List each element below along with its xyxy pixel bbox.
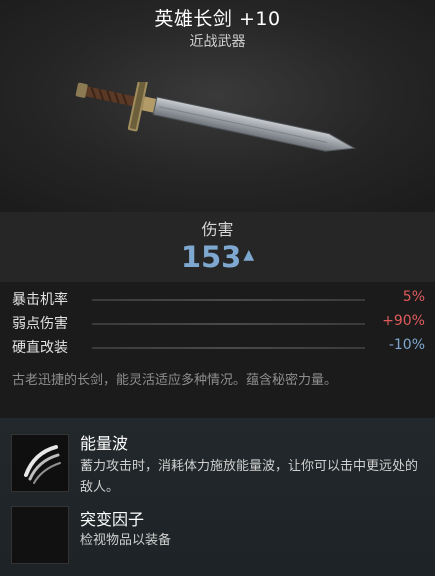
stat-divider xyxy=(92,323,365,325)
sword-image xyxy=(75,82,357,152)
damage-label: 伤害 xyxy=(201,220,234,239)
damage-value-row: 153 ▲ xyxy=(0,240,435,274)
empty-slot-icon xyxy=(11,506,69,564)
abilities-panel: 能量波 蓄力攻击时，消耗体力施放能量波，让你可以击中更远处的敌人。 突变因子 检… xyxy=(0,418,435,576)
stat-value: +90% xyxy=(382,313,425,329)
damage-panel: 伤害 153 ▲ xyxy=(0,212,435,282)
ability-name: 突变因子 xyxy=(80,510,145,529)
ability-description: 检视物品以装备 xyxy=(80,533,172,548)
stat-divider xyxy=(92,299,365,301)
item-description: 古老迅捷的长剑，能灵活适应多种情况。蕴含秘密力量。 xyxy=(12,373,338,388)
damage-value: 153 xyxy=(180,240,242,274)
ability-description: 蓄力攻击时，消耗体力施放能量波，让你可以击中更远处的敌人。 xyxy=(80,459,419,495)
item-tooltip: 英雄长剑 +10 近战武器 伤害 153 ▲ 暴击机率 5% 弱点伤害 +90%… xyxy=(0,0,435,576)
stat-name: 暴击机率 xyxy=(12,292,68,308)
item-category: 近战武器 xyxy=(189,34,246,50)
chevron-up-icon: ▲ xyxy=(243,247,255,263)
item-header: 英雄长剑 +10 近战武器 xyxy=(0,0,435,212)
stat-value: -10% xyxy=(388,337,425,353)
stat-name: 硬直改装 xyxy=(12,340,68,356)
stats-list: 暴击机率 5% 弱点伤害 +90% 硬直改装 -10% xyxy=(0,287,435,359)
energy-wave-icon xyxy=(11,434,69,492)
ability-name: 能量波 xyxy=(80,434,129,453)
stat-row: 弱点伤害 +90% xyxy=(12,311,425,335)
stat-divider xyxy=(92,347,365,349)
stat-value: 5% xyxy=(402,289,425,305)
stat-name: 弱点伤害 xyxy=(12,316,68,332)
item-title: 英雄长剑 +10 xyxy=(154,8,281,30)
stat-row: 暴击机率 5% xyxy=(12,287,425,311)
stat-row: 硬直改装 -10% xyxy=(12,335,425,359)
